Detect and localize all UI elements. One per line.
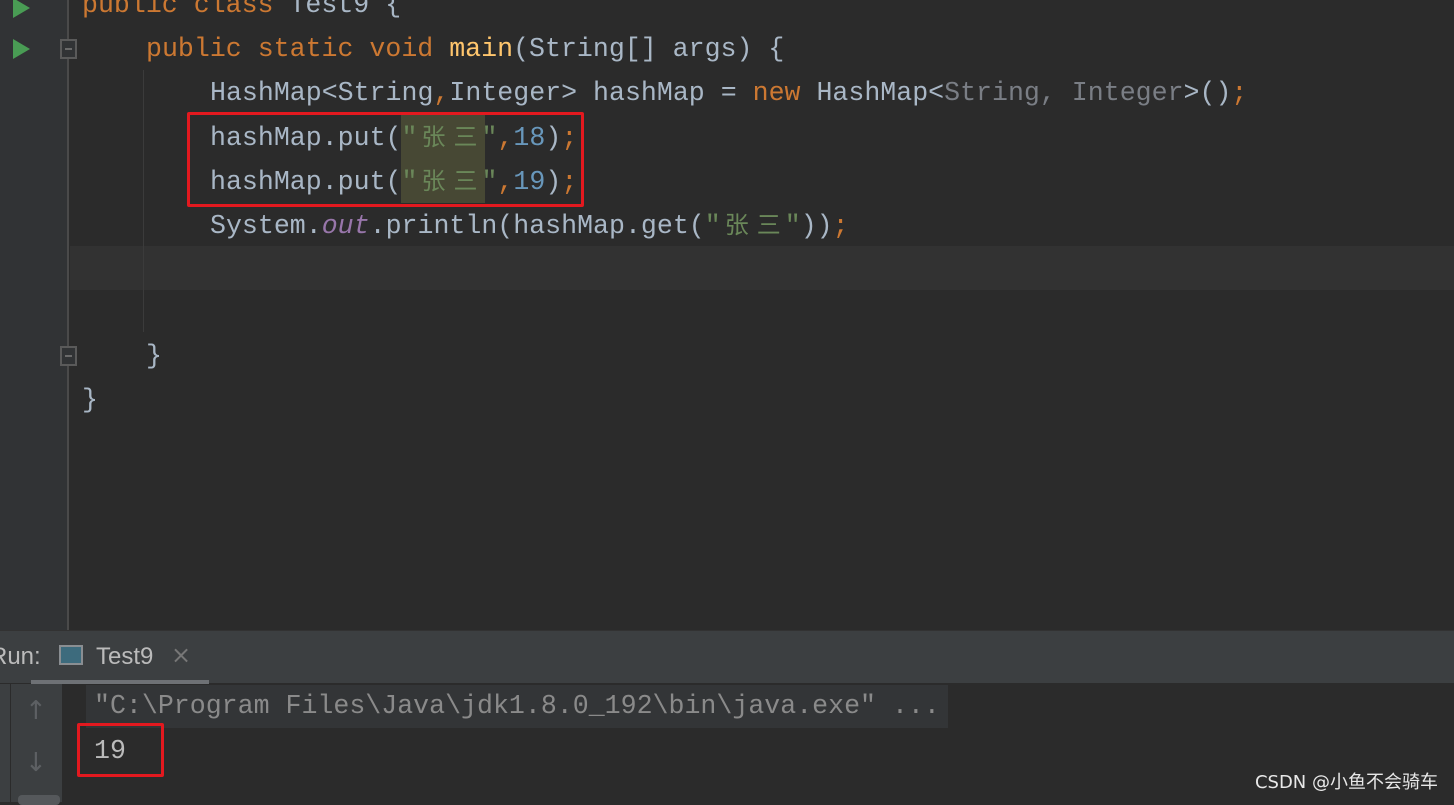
string-literal: " 张三 " [705,211,801,241]
run-tool-window-header: Run: Test9 × [0,630,1454,684]
current-line-highlight [70,246,1454,290]
code-line-1: public class Test9 { [82,0,401,27]
divider [10,684,11,802]
run-main-icon[interactable] [13,39,30,59]
keyword: public static void [146,34,450,64]
quote: " [704,211,721,241]
console-output[interactable]: "C:\Program Files\Java\jdk1.8.0_192\bin\… [62,684,1454,802]
run-toolbar: ↑ ↓ [0,684,62,802]
watermark: CSDN @小鱼不会骑车 [1254,772,1438,793]
class-name: Test9 { [289,0,402,20]
static-field: out [321,211,370,241]
char: 三 [756,211,781,239]
method-name: main [449,34,514,64]
code-line-3: HashMap<String,Integer> hashMap = new Ha… [210,71,1247,115]
annotation-box-put-calls [187,112,584,207]
code-line-10: } [82,385,98,415]
code-text: )) [800,211,833,241]
tab-test9[interactable]: Test9 × [31,631,209,684]
keyword: new [752,78,817,108]
semicolon: ; [1231,78,1248,108]
comma: , [433,78,450,108]
code-line-6: System.out.println(hashMap.get(" 张三 ")); [210,203,849,247]
code-line-9: } [146,341,162,371]
close-icon[interactable]: × [171,641,191,669]
redundant-type-args: String, Integer [944,78,1184,108]
arrow-up-icon[interactable]: ↑ [25,696,47,726]
editor-gutter [0,0,77,630]
quote: " [784,211,801,241]
console-icon [59,645,83,665]
command-line[interactable]: "C:\Program Files\Java\jdk1.8.0_192\bin\… [86,685,948,728]
code-text: .println(hashMap.get( [369,211,705,241]
scrollbar[interactable] [18,795,60,805]
tab-title: Test9 [96,643,154,670]
code-text: HashMap< [816,78,945,108]
code-line-2: public static void main(String[] args) { [146,27,784,71]
annotation-box-output [77,723,164,777]
code-text: Integer> hashMap = [449,78,753,108]
code-text: HashMap<String [210,78,434,108]
keyword: public class [82,0,290,20]
code-editor[interactable]: public class Test9 { public static void … [70,0,1454,630]
semicolon: ; [832,211,849,241]
run-class-icon[interactable] [13,0,30,18]
code-text: System. [210,211,322,241]
arrow-down-icon[interactable]: ↓ [25,748,47,778]
code-text: >() [1183,78,1232,108]
char: 张 [724,211,749,239]
indent-guide [143,70,144,332]
params: (String[] args) { [513,34,785,64]
